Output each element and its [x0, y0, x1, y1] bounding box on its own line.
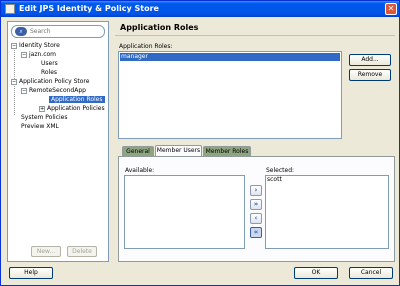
- tab-general[interactable]: General: [122, 146, 154, 156]
- tree-item-preview-xml[interactable]: Preview XML: [21, 122, 59, 131]
- window-icon: [5, 4, 15, 14]
- tree-item-label: jazn.com: [29, 51, 57, 58]
- available-label: Available:: [125, 167, 155, 174]
- tab-member-users[interactable]: Member Users: [155, 145, 202, 156]
- selected-list[interactable]: [265, 175, 389, 249]
- tree-item-label: Identity Store: [19, 42, 60, 49]
- navigator-panel: ⌕ −Identity Store −jazn.com Users Roles …: [7, 21, 109, 262]
- search-icon[interactable]: ⌕: [15, 27, 27, 36]
- tree-item-application-policies[interactable]: + Application Policies: [39, 104, 105, 113]
- tree-item-remote-second-app[interactable]: − RemoteSecondApp: [21, 86, 86, 95]
- tree-item-users[interactable]: Users: [41, 59, 58, 68]
- tree-item-label: Application Policy Store: [19, 78, 90, 85]
- title-bar[interactable]: Edit JPS Identity & Policy Store ✕: [1, 1, 399, 17]
- page-title: Application Roles: [120, 23, 199, 32]
- close-button[interactable]: ✕: [385, 3, 397, 15]
- selected-label: Selected:: [266, 167, 295, 174]
- move-right-icon[interactable]: ›: [250, 185, 262, 196]
- tree-item-application-roles[interactable]: Application Roles: [49, 95, 105, 104]
- roles-list-label: Application Roles:: [119, 43, 173, 50]
- collapse-icon[interactable]: −: [21, 51, 27, 58]
- list-item[interactable]: manager: [120, 53, 340, 61]
- add-role-button[interactable]: Add...: [349, 54, 391, 66]
- search-input[interactable]: [30, 27, 100, 36]
- tree-item-identity-store[interactable]: − Identity Store: [11, 41, 60, 50]
- remove-role-button[interactable]: Remove: [349, 69, 391, 81]
- cancel-button[interactable]: Cancel: [349, 267, 393, 279]
- new-button[interactable]: New...: [31, 246, 61, 257]
- tree-item-roles[interactable]: Roles: [41, 68, 57, 77]
- collapse-icon[interactable]: −: [11, 42, 17, 49]
- collapse-icon[interactable]: −: [11, 78, 17, 85]
- tree-item-label: Preview XML: [21, 123, 59, 130]
- list-item[interactable]: scott: [267, 176, 282, 183]
- tree-item-label: System Policies: [21, 114, 68, 121]
- delete-button[interactable]: Delete: [67, 246, 97, 257]
- move-all-left-icon[interactable]: «: [250, 227, 262, 238]
- tree-item-label: Roles: [41, 69, 58, 76]
- move-all-right-icon[interactable]: »: [250, 199, 262, 210]
- window-title: Edit JPS Identity & Policy Store: [19, 4, 159, 13]
- collapse-icon[interactable]: −: [21, 87, 27, 94]
- search-box[interactable]: ⌕: [11, 25, 105, 38]
- tree-item-system-policies[interactable]: System Policies: [21, 113, 67, 122]
- tree-item-application-policy-store[interactable]: − Application Policy Store: [11, 77, 89, 86]
- title-divider: [115, 35, 395, 36]
- dialog-window: Edit JPS Identity & Policy Store ✕ ⌕ −Id…: [0, 0, 400, 286]
- move-left-icon[interactable]: ‹: [250, 213, 262, 224]
- available-list[interactable]: [124, 175, 245, 249]
- tab-member-roles[interactable]: Member Roles: [203, 146, 251, 156]
- tree-item-label: Users: [41, 60, 58, 67]
- help-button[interactable]: Help: [9, 267, 53, 279]
- tree-item-label: Application Policies: [47, 105, 105, 112]
- roles-list[interactable]: manager: [118, 51, 342, 139]
- tree-item-label: RemoteSecondApp: [29, 87, 86, 94]
- tree-item-label: Application Roles: [49, 96, 105, 103]
- expand-icon[interactable]: +: [39, 105, 45, 112]
- tree-item-jazn[interactable]: − jazn.com: [21, 50, 56, 59]
- ok-button[interactable]: OK: [294, 267, 338, 279]
